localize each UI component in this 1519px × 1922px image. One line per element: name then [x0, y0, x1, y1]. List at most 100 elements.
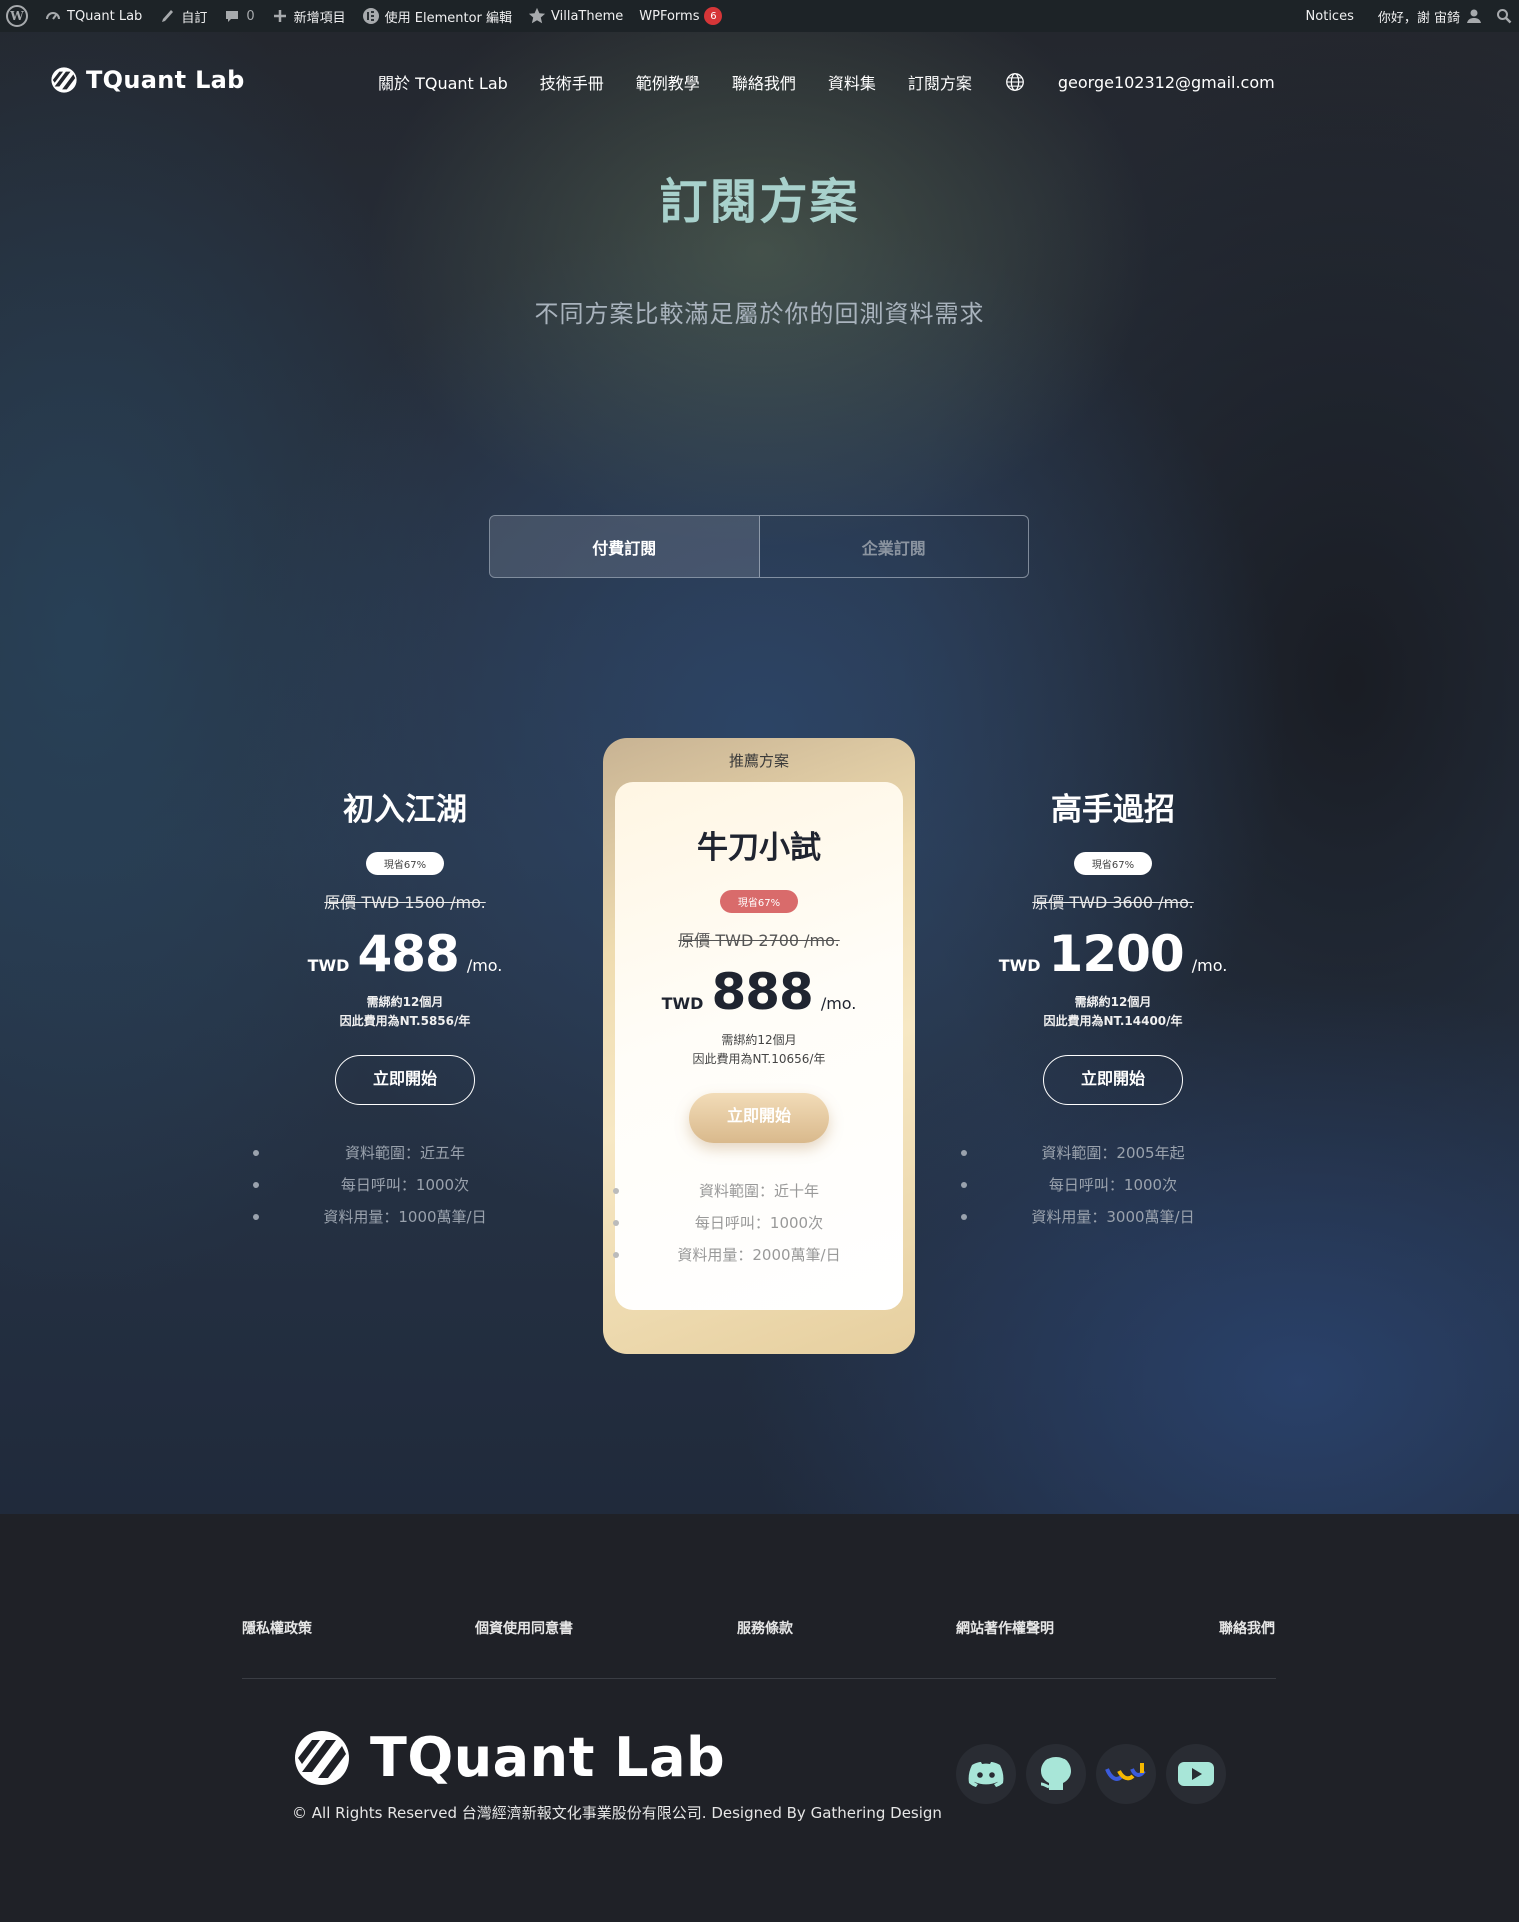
footer-link-copyright[interactable]: 網站著作權聲明 [956, 1618, 1054, 1638]
feature-list: 資料範圍：近十年 每日呼叫：1000次 資料用量：2000萬筆/日 [613, 1175, 903, 1271]
site-footer: 隱私權政策 個資使用同意書 服務條款 網站著作權聲明 聯絡我們 TQuant L… [0, 1514, 1519, 1922]
elementor-label: 使用 Elementor 編輯 [384, 10, 513, 26]
contract-term: 需綁約12個月 [1074, 995, 1152, 1009]
wpforms-badge: 6 [704, 7, 723, 25]
price-amount: 888 [711, 963, 813, 1021]
start-now-button[interactable]: 立即開始 [1043, 1055, 1183, 1105]
feature-list: 資料範圍：2005年起 每日呼叫：1000次 資料用量：3000萬筆/日 [961, 1137, 1263, 1233]
comments-menu[interactable]: 0 [223, 7, 255, 25]
start-now-button[interactable]: 立即開始 [335, 1055, 475, 1105]
nav-item-contact[interactable]: 聯絡我們 [732, 70, 796, 94]
footer-logo[interactable]: TQuant Lab [292, 1726, 725, 1789]
nav-item-about[interactable]: 關於 TQuant Lab [378, 70, 508, 94]
nav-item-docs[interactable]: 技術手冊 [540, 70, 604, 94]
discord-link[interactable] [956, 1744, 1016, 1804]
discount-badge: 現省67% [365, 852, 445, 875]
contract-term: 需綁約12個月 [366, 995, 444, 1009]
youtube-icon [1178, 1762, 1214, 1786]
comment-icon [223, 7, 241, 25]
tab-enterprise-subscription[interactable]: 企業訂閱 [760, 516, 1029, 577]
wpforms-menu[interactable]: WPForms 6 [639, 7, 723, 25]
price-currency: TWD [661, 994, 704, 1013]
notices-menu[interactable]: Notices [1306, 9, 1354, 24]
notices-label: Notices [1305, 8, 1354, 24]
adminbar-right: Notices 你好，謝 宙錡 [1306, 7, 1513, 26]
elementor-icon [362, 7, 380, 25]
footer-link-contact[interactable]: 聯絡我們 [1219, 1618, 1275, 1638]
list-item: 每日呼叫：1000次 [253, 1169, 555, 1201]
annual-cost: 因此費用為NT.14400/年 [1043, 1014, 1183, 1028]
list-item: 資料範圍：近五年 [253, 1137, 555, 1169]
footer-link-terms[interactable]: 服務條款 [737, 1618, 793, 1638]
site-name-menu[interactable]: TQuant Lab [44, 7, 142, 25]
hero-section: TQuant Lab 關於 TQuant Lab 技術手冊 範例教學 聯絡我們 … [0, 32, 1519, 1514]
plan-name: 初入江湖 [343, 792, 467, 828]
footer-brand-name: TQuant Lab [370, 1726, 726, 1789]
recommended-tag: 推薦方案 [728, 752, 789, 770]
customize-label: 自訂 [181, 10, 208, 26]
nav-item-tutorials[interactable]: 範例教學 [636, 70, 700, 94]
footer-link-data-consent[interactable]: 個資使用同意書 [475, 1618, 573, 1638]
wp-logo-menu[interactable]: W [6, 5, 28, 27]
plus-icon [271, 7, 289, 25]
contract-note: 需綁約12個月 因此費用為NT.5856/年 [255, 993, 555, 1031]
page-title: 訂閱方案 [659, 174, 860, 230]
start-now-button[interactable]: 立即開始 [689, 1093, 829, 1143]
price-amount: 488 [357, 925, 459, 983]
price-row: TWD 1200 /mo. [963, 925, 1263, 983]
account-menu[interactable]: 你好，謝 宙錡 [1378, 7, 1483, 26]
greeting-label: 你好，謝 宙錡 [1377, 10, 1460, 26]
tej-link[interactable] [1096, 1744, 1156, 1804]
list-item: 資料範圍：近十年 [613, 1175, 903, 1207]
nav-item-datasets[interactable]: 資料集 [828, 70, 876, 94]
price-amount: 1200 [1048, 925, 1185, 983]
adminbar-search[interactable] [1495, 7, 1513, 25]
plan-type-toggle: 付費訂閱 企業訂閱 [489, 515, 1029, 578]
user-avatar-icon [1465, 7, 1483, 25]
discount-badge: 現省67% [719, 890, 799, 913]
wordpress-icon: W [6, 5, 28, 27]
discord-icon [968, 1762, 1004, 1787]
list-item: 每日呼叫：1000次 [961, 1169, 1263, 1201]
site-logo[interactable]: TQuant Lab [50, 66, 245, 94]
copyright-text: © All Rights Reserved 台灣經濟新報文化事業股份有限公司. … [292, 1804, 942, 1822]
villatheme-menu[interactable]: VillaTheme [528, 7, 623, 25]
list-item: 資料範圍：2005年起 [961, 1137, 1263, 1169]
price-row: TWD 888 /mo. [615, 963, 903, 1021]
youtube-link[interactable] [1166, 1744, 1226, 1804]
wpforms-label: WPForms [639, 8, 700, 24]
plan-card-expert: 高手過招 現省67% 原價 TWD 3600 /mo. TWD 1200 /mo… [961, 784, 1263, 1233]
footer-link-privacy[interactable]: 隱私權政策 [242, 1618, 312, 1638]
github-link[interactable] [1026, 1744, 1086, 1804]
villatheme-label: VillaTheme [551, 8, 624, 24]
elementor-edit-menu[interactable]: 使用 Elementor 編輯 [362, 7, 512, 26]
original-price: 原價 TWD 2700 /mo. [678, 931, 840, 950]
tab-paid-subscription[interactable]: 付費訂閱 [490, 516, 760, 577]
main-menu: 關於 TQuant Lab 技術手冊 範例教學 聯絡我們 資料集 訂閱方案 ge… [378, 70, 1275, 94]
annual-cost: 因此費用為NT.5856/年 [339, 1014, 471, 1028]
star-icon [528, 7, 546, 25]
list-item: 每日呼叫：1000次 [613, 1207, 903, 1239]
contract-term: 需綁約12個月 [721, 1033, 797, 1047]
plan-name: 牛刀小試 [697, 830, 821, 866]
customize-menu[interactable]: 自訂 [158, 7, 207, 26]
nav-item-pricing[interactable]: 訂閱方案 [908, 70, 972, 94]
comments-count: 0 [246, 8, 255, 24]
tquant-logo-icon [295, 1730, 349, 1785]
plan-name: 高手過招 [1051, 792, 1175, 828]
recommended-card-body: 牛刀小試 現省67% 原價 TWD 2700 /mo. TWD 888 /mo.… [613, 782, 903, 1310]
new-item-menu[interactable]: 新增項目 [271, 7, 346, 26]
page-subtitle: 不同方案比較滿足屬於你的回測資料需求 [534, 300, 985, 328]
tquant-logo-icon [51, 67, 77, 93]
price-period: /mo. [1191, 956, 1228, 975]
site-name-label: TQuant Lab [67, 8, 143, 24]
footer-divider [242, 1678, 1276, 1679]
list-item: 資料用量：3000萬筆/日 [961, 1201, 1263, 1233]
user-email-link[interactable]: george102312@gmail.com [1058, 73, 1275, 92]
brush-icon [158, 7, 176, 25]
contract-note: 需綁約12個月 因此費用為NT.14400/年 [963, 993, 1263, 1031]
globe-icon[interactable] [1004, 71, 1026, 93]
plan-card-recommended: 推薦方案 牛刀小試 現省67% 原價 TWD 2700 /mo. TWD 888… [603, 738, 915, 1354]
feature-list: 資料範圍：近五年 每日呼叫：1000次 資料用量：1000萬筆/日 [253, 1137, 555, 1233]
footer-links: 隱私權政策 個資使用同意書 服務條款 網站著作權聲明 聯絡我們 [0, 1618, 1519, 1642]
